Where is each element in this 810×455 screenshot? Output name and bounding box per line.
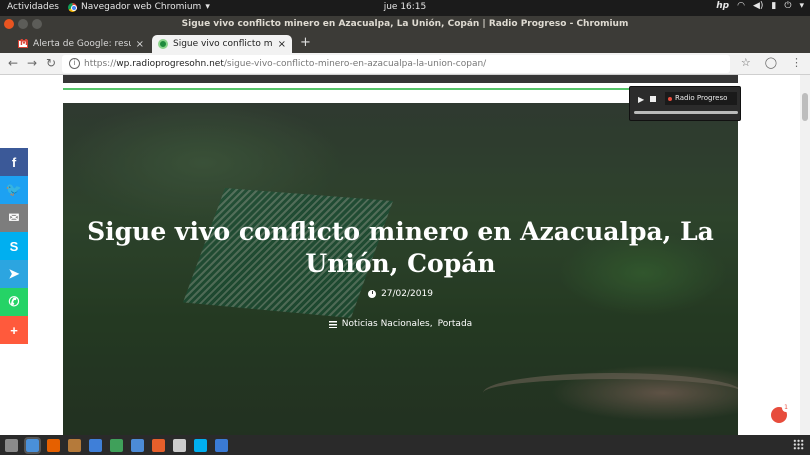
notification-count: 1 — [782, 404, 790, 412]
window-close-button[interactable] — [4, 19, 14, 29]
hp-icon: hp — [716, 1, 730, 11]
address-bar[interactable]: i https://wp.radioprogresohn.net/sigue-v… — [62, 55, 730, 73]
skype-icon: S — [9, 238, 19, 254]
dock-launcher-icon[interactable] — [215, 438, 228, 452]
scrollbar-thumb[interactable] — [802, 93, 808, 121]
wifi-icon: ◠ — [737, 1, 745, 11]
tab-google-alert[interactable]: Alerta de Google: resume × — [12, 35, 150, 53]
skype-share-button[interactable]: S — [0, 232, 28, 260]
app-grid-icon[interactable] — [793, 439, 804, 450]
browser-toolbar: ← → ↻ i https://wp.radioprogresohn.net/s… — [0, 53, 810, 75]
power-icon: ⏻ — [784, 1, 792, 11]
forward-icon[interactable]: → — [27, 56, 37, 70]
menu-dots-icon[interactable]: ⋮ — [791, 56, 802, 69]
twitter-share-button[interactable]: 🐦 — [0, 176, 28, 204]
clock[interactable]: jue 16:15 — [0, 2, 810, 12]
facebook-icon: f — [11, 154, 17, 170]
volume-icon: ◀) — [752, 1, 764, 11]
facebook-share-button[interactable]: f — [0, 148, 28, 176]
chevron-down-icon: ▾ — [799, 1, 804, 11]
dock-launcher-icon[interactable] — [131, 438, 144, 452]
bookmark-star-icon[interactable]: ☆ — [741, 56, 751, 69]
twitter-icon: 🐦 — [5, 182, 23, 197]
station-label: Radio Progreso — [665, 92, 737, 105]
back-icon[interactable]: ← — [8, 56, 18, 70]
article-title: Sigue vivo conflicto minero en Azacualpa… — [87, 217, 714, 278]
tab-label: Alerta de Google: resume — [33, 39, 131, 49]
site-nav-bar — [63, 75, 738, 83]
more-share-button[interactable]: + — [0, 316, 28, 344]
stop-icon[interactable] — [650, 96, 656, 102]
dock-launcher-icon[interactable] — [5, 438, 18, 452]
telegram-icon: ➤ — [8, 266, 20, 281]
dock-launcher-icon[interactable] — [24, 436, 41, 454]
category-link[interactable]: Portada — [438, 319, 473, 329]
site-info-icon[interactable]: i — [69, 58, 80, 69]
window-title: Sigue vivo conflicto minero en Azacualpa… — [181, 19, 629, 29]
system-tray[interactable]: hp ◠ ◀) ▮ ⏻ ▾ — [716, 1, 804, 11]
window-controls — [4, 19, 42, 29]
taskbar-dock — [0, 435, 810, 455]
article-date-text: 27/02/2019 — [381, 289, 433, 299]
play-icon[interactable]: ▶ — [638, 95, 644, 104]
close-tab-icon[interactable]: × — [136, 39, 144, 50]
dock-launcher-icon[interactable] — [89, 438, 102, 452]
url-protocol: https:// — [84, 59, 117, 69]
list-icon — [328, 320, 337, 328]
dock-launcher-icon[interactable] — [110, 438, 123, 452]
dock-launcher-icon[interactable] — [173, 438, 186, 452]
radio-player: ▶ Radio Progreso — [629, 86, 741, 121]
category-link[interactable]: Noticias Nacionales, — [342, 319, 433, 329]
system-top-bar: Actividades Navegador web Chromium ▾ jue… — [0, 0, 810, 16]
reload-icon[interactable]: ↻ — [46, 56, 56, 70]
plus-icon: + — [10, 322, 18, 338]
radio-progreso-icon — [158, 39, 168, 49]
article-categories: Noticias Nacionales, Portada — [63, 319, 738, 329]
page-scrollbar[interactable] — [800, 75, 810, 435]
whatsapp-icon: ✆ — [8, 294, 20, 309]
whatsapp-share-button[interactable]: ✆ — [0, 288, 28, 316]
window-maximize-button[interactable] — [32, 19, 42, 29]
telegram-share-button[interactable]: ➤ — [0, 260, 28, 288]
email-icon: ✉ — [8, 210, 20, 225]
new-tab-button[interactable]: + — [300, 35, 311, 50]
tab-radio-progreso[interactable]: Sigue vivo conflicto mine × — [152, 35, 292, 53]
volume-slider[interactable] — [634, 111, 738, 114]
article-date: 27/02/2019 — [63, 289, 738, 299]
url-domain: wp.radioprogresohn.net — [116, 59, 224, 69]
dock-launcher-icon[interactable] — [68, 438, 81, 452]
extension-icon[interactable]: ◯ — [765, 56, 777, 69]
gmail-icon — [18, 38, 28, 48]
article-hero: Sigue vivo conflicto minero en Azacualpa… — [63, 103, 738, 435]
toolbar-right: ☆ ◯ ⋮ — [741, 56, 802, 69]
tab-strip: Alerta de Google: resume × Sigue vivo co… — [0, 32, 810, 53]
close-tab-icon[interactable]: × — [278, 39, 286, 50]
dock-launcher-icon[interactable] — [152, 438, 165, 452]
window-minimize-button[interactable] — [18, 19, 28, 29]
web-page: Sigue vivo conflicto minero en Azacualpa… — [0, 75, 810, 435]
share-bar: f 🐦 ✉ S ➤ ✆ + — [0, 148, 28, 344]
dock-launcher-icon[interactable] — [194, 438, 207, 452]
dock-launcher-icon[interactable] — [47, 438, 60, 452]
url-path: /sigue-vivo-conflicto-minero-en-azacualp… — [223, 59, 487, 69]
clock-icon — [368, 290, 377, 298]
notification-bell-button[interactable]: 1 — [769, 404, 790, 425]
battery-icon: ▮ — [771, 1, 777, 11]
window-title-bar: Sigue vivo conflicto minero en Azacualpa… — [0, 16, 810, 32]
email-share-button[interactable]: ✉ — [0, 204, 28, 232]
tab-label: Sigue vivo conflicto mine — [173, 39, 273, 49]
